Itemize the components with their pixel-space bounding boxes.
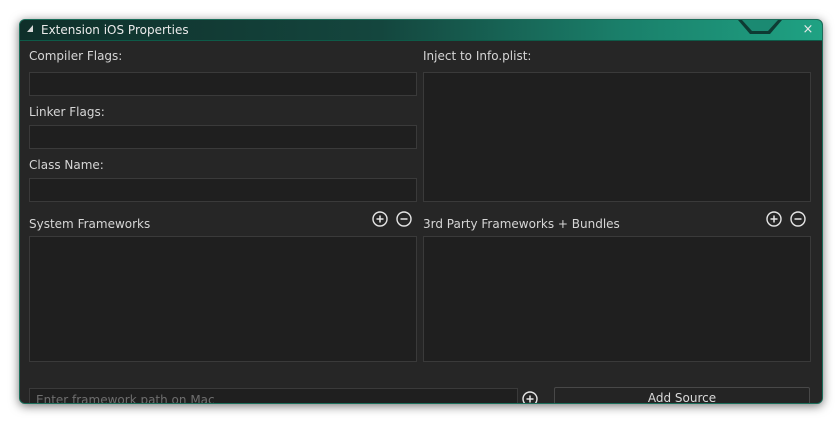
compiler-flags-input[interactable] <box>29 72 417 96</box>
close-icon[interactable]: × <box>801 23 815 37</box>
system-frameworks-list[interactable] <box>29 236 417 362</box>
third-party-frameworks-label: 3rd Party Frameworks + Bundles <box>423 217 620 231</box>
properties-content: Compiler Flags: Linker Flags: Class Name… <box>20 41 822 403</box>
class-name-label: Class Name: <box>29 158 104 172</box>
compiler-flags-label: Compiler Flags: <box>29 49 123 63</box>
framework-path-input[interactable] <box>29 388 518 403</box>
inject-plist-label: Inject to Info.plist: <box>423 49 532 63</box>
title-bar[interactable]: Extension iOS Properties × <box>20 20 822 41</box>
remove-system-framework-minus-circle-icon[interactable] <box>396 211 412 227</box>
system-frameworks-label: System Frameworks <box>29 217 151 231</box>
collapse-triangle-icon[interactable] <box>27 25 33 32</box>
class-name-input[interactable] <box>29 178 417 202</box>
extension-ios-properties-window: Extension iOS Properties × Compiler Flag… <box>19 19 823 404</box>
add-third-party-plus-circle-icon[interactable] <box>766 211 782 227</box>
linker-flags-label: Linker Flags: <box>29 105 105 119</box>
add-system-framework-plus-circle-icon[interactable] <box>372 211 388 227</box>
add-source-button[interactable]: Add Source <box>554 387 810 403</box>
third-party-frameworks-list[interactable] <box>423 236 811 362</box>
linker-flags-input[interactable] <box>29 125 417 149</box>
window-title: Extension iOS Properties <box>41 23 189 37</box>
remove-third-party-minus-circle-icon[interactable] <box>790 211 806 227</box>
inject-plist-textarea[interactable] <box>423 72 811 202</box>
title-notch-decoration <box>738 20 782 34</box>
add-framework-path-plus-circle-icon[interactable] <box>522 391 538 403</box>
